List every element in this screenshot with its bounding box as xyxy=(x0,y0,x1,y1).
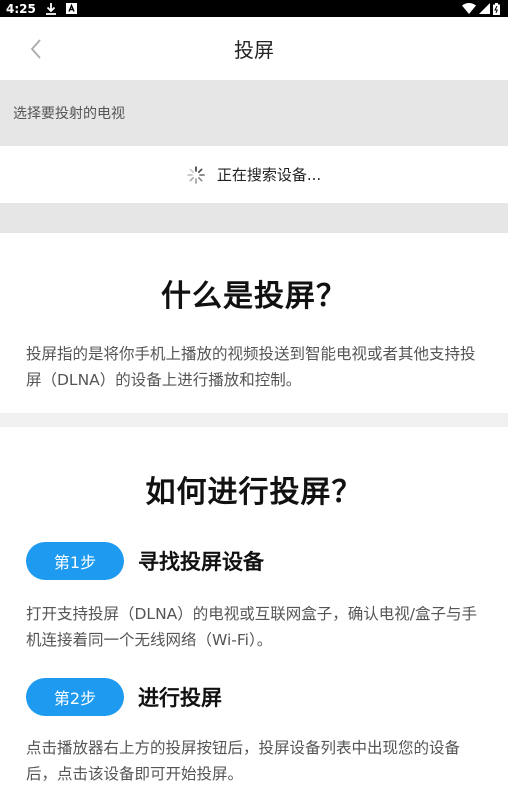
battery-icon xyxy=(493,2,500,15)
signal-icon xyxy=(479,3,490,14)
app-bar: 投屏 xyxy=(0,17,508,80)
status-bar: 4:25 xyxy=(0,0,508,17)
step-1: 第1步 寻找投屏设备 xyxy=(0,541,508,581)
how-title: 如何进行投屏？ xyxy=(145,475,363,510)
step-body: 打开支持投屏（DLNA）的电视或互联网盒子，确认电视/盒子与手机连接着同一个无线… xyxy=(26,605,477,649)
divider xyxy=(0,413,508,427)
step-body: 点击播放器右上方的投屏按钮后，投屏设备列表中出现您的设备后，点击该设备即可开始投… xyxy=(26,739,461,783)
chevron-left-icon xyxy=(30,39,41,59)
what-title: 什么是投屏？ xyxy=(161,279,347,314)
loading-spinner-icon xyxy=(187,165,205,184)
notification-icon xyxy=(65,3,77,14)
status-time: 4:25 xyxy=(6,1,36,16)
page-title: 投屏 xyxy=(234,38,274,62)
step-2: 第2步 进行投屏 xyxy=(0,677,508,717)
wifi-icon xyxy=(462,3,476,14)
step-title: 寻找投屏设备 xyxy=(138,550,264,574)
searching-text: 正在搜索设备... xyxy=(216,166,322,184)
back-button[interactable] xyxy=(22,35,50,63)
select-tv-header: 选择要投射的电视 xyxy=(0,80,508,146)
what-body: 投屏指的是将你手机上播放的视频投送到智能电视或者其他支持投屏（DLNA）的设备上… xyxy=(26,345,476,389)
step-badge: 第1步 xyxy=(26,542,124,580)
download-icon xyxy=(45,2,56,15)
step-title: 进行投屏 xyxy=(138,686,222,710)
divider xyxy=(0,203,508,233)
what-is-casting-card: 什么是投屏？ 投屏指的是将你手机上播放的视频投送到智能电视或者其他支持投屏（DL… xyxy=(0,233,508,413)
searching-row: 正在搜索设备... xyxy=(0,146,508,203)
how-to-cast-card: 如何进行投屏？ 第1步 寻找投屏设备 打开支持投屏（DLNA）的电视或互联网盒子… xyxy=(0,427,508,803)
step-badge: 第2步 xyxy=(26,678,124,716)
